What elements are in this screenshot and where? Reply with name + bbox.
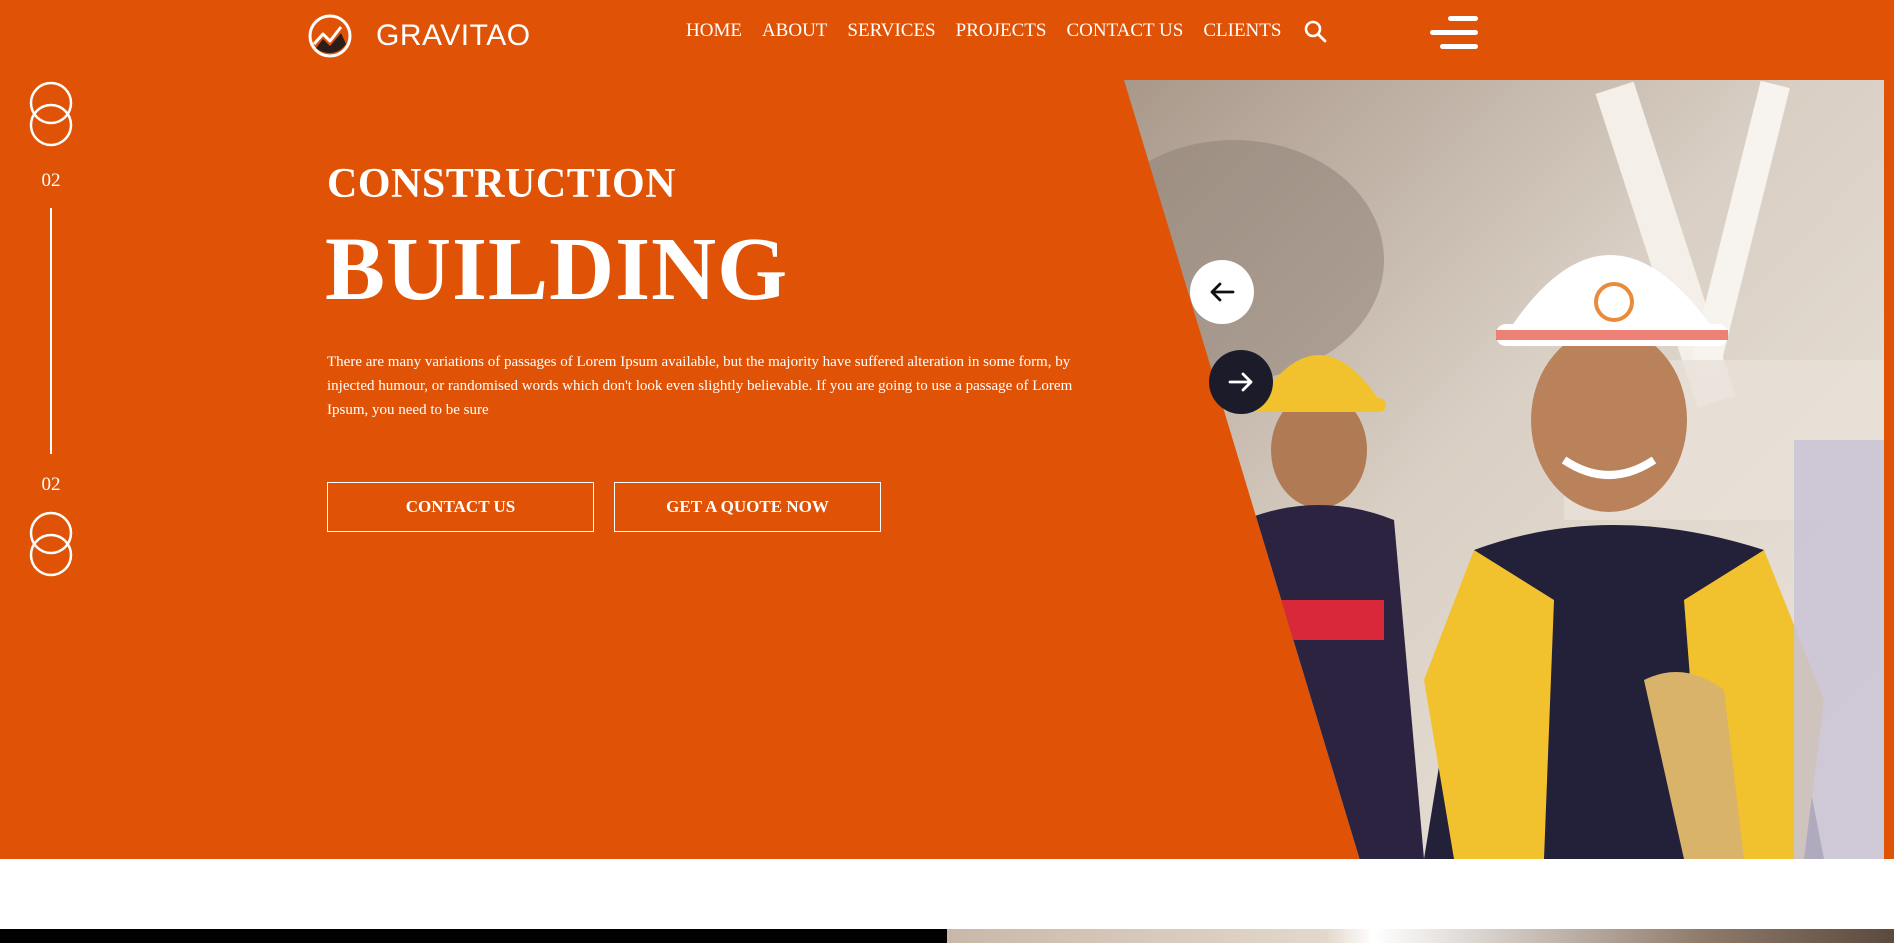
next-arrow-button[interactable] [1209, 350, 1273, 414]
mountain-chart-icon [308, 14, 352, 58]
nav-home[interactable]: HOME [686, 20, 742, 42]
brand-name: GRAVITAO [376, 19, 531, 52]
hero-description: There are many variations of passages of… [327, 354, 1073, 418]
main-nav: HOME ABOUT SERVICES PROJECTS CONTACT US … [686, 19, 1327, 43]
next-section-photo-edge [947, 929, 1894, 943]
search-icon[interactable] [1303, 19, 1327, 43]
hero-section: GRAVITAO HOME ABOUT SERVICES PROJECTS CO… [0, 0, 1894, 859]
slider-progress-line [50, 208, 52, 454]
total-slide-number: 02 [41, 474, 61, 495]
next-slide-rings-icon[interactable] [28, 510, 74, 580]
nav-projects[interactable]: PROJECTS [956, 20, 1047, 42]
prev-arrow-button[interactable] [1190, 260, 1254, 324]
get-quote-button[interactable]: GET A QUOTE NOW [614, 482, 881, 532]
contact-us-button[interactable]: CONTACT US [327, 482, 594, 532]
nav-about[interactable]: ABOUT [762, 20, 827, 42]
nav-clients[interactable]: CLIENTS [1203, 20, 1281, 42]
hero-photo-workers [1124, 80, 1884, 859]
nav-contact-us[interactable]: CONTACT US [1066, 20, 1183, 42]
hero-eyebrow: CONSTRUCTION [327, 161, 677, 207]
current-slide-number: 02 [41, 170, 61, 191]
arrow-left-icon [1210, 282, 1235, 302]
prev-slide-rings-icon[interactable] [28, 80, 74, 150]
arrow-right-icon [1228, 372, 1253, 392]
nav-services[interactable]: SERVICES [847, 20, 935, 42]
hamburger-menu-icon[interactable] [1430, 16, 1478, 50]
vertical-slider-control: 02 02 [28, 80, 76, 580]
hero-headline: BUILDING [325, 220, 789, 319]
brand-logo[interactable]: GRAVITAO [308, 14, 531, 58]
